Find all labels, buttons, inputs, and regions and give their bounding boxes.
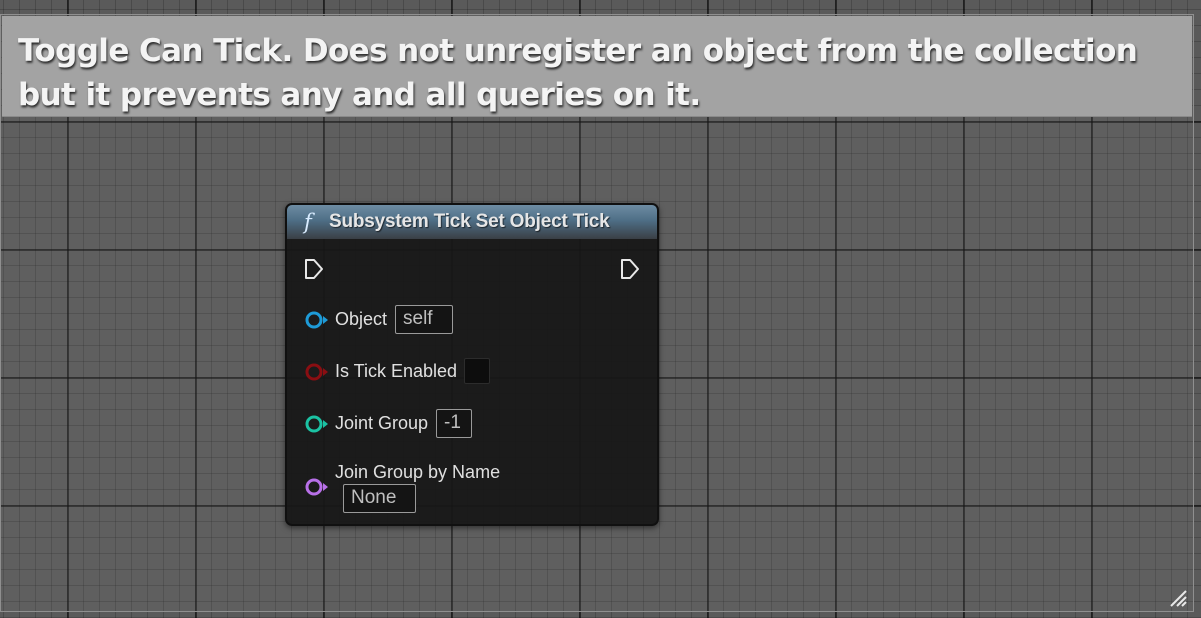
joint-group-pin-icon[interactable] <box>304 414 330 434</box>
function-node[interactable]: f Subsystem Tick Set Object Tick Object … <box>285 203 659 526</box>
joint-group-pin-label: Joint Group <box>335 413 429 433</box>
exec-output-pin-icon[interactable] <box>620 258 640 280</box>
join-group-by-name-pin-icon[interactable] <box>304 477 330 497</box>
is-tick-enabled-pin-label: Is Tick Enabled <box>335 361 458 381</box>
object-pin-icon[interactable] <box>304 310 330 330</box>
is-tick-enabled-checkbox[interactable] <box>464 358 490 384</box>
joint-group-value-field[interactable]: -1 <box>436 409 472 438</box>
node-header[interactable]: f Subsystem Tick Set Object Tick <box>287 205 657 239</box>
resize-grip-icon[interactable] <box>1167 587 1187 607</box>
join-group-by-name-pin-label: Join Group by Name <box>335 462 501 482</box>
exec-input-pin-icon[interactable] <box>304 258 324 280</box>
object-value-field[interactable]: self <box>395 305 453 334</box>
object-pin-label: Object <box>335 309 388 329</box>
comment-header[interactable]: Toggle Can Tick. Does not unregister an … <box>2 16 1192 117</box>
node-title: Subsystem Tick Set Object Tick <box>329 211 610 232</box>
comment-text[interactable]: Toggle Can Tick. Does not unregister an … <box>18 29 1178 117</box>
is-tick-enabled-pin-icon[interactable] <box>304 362 330 382</box>
join-group-by-name-value-field[interactable]: None <box>343 484 416 513</box>
function-icon: f <box>304 210 312 234</box>
